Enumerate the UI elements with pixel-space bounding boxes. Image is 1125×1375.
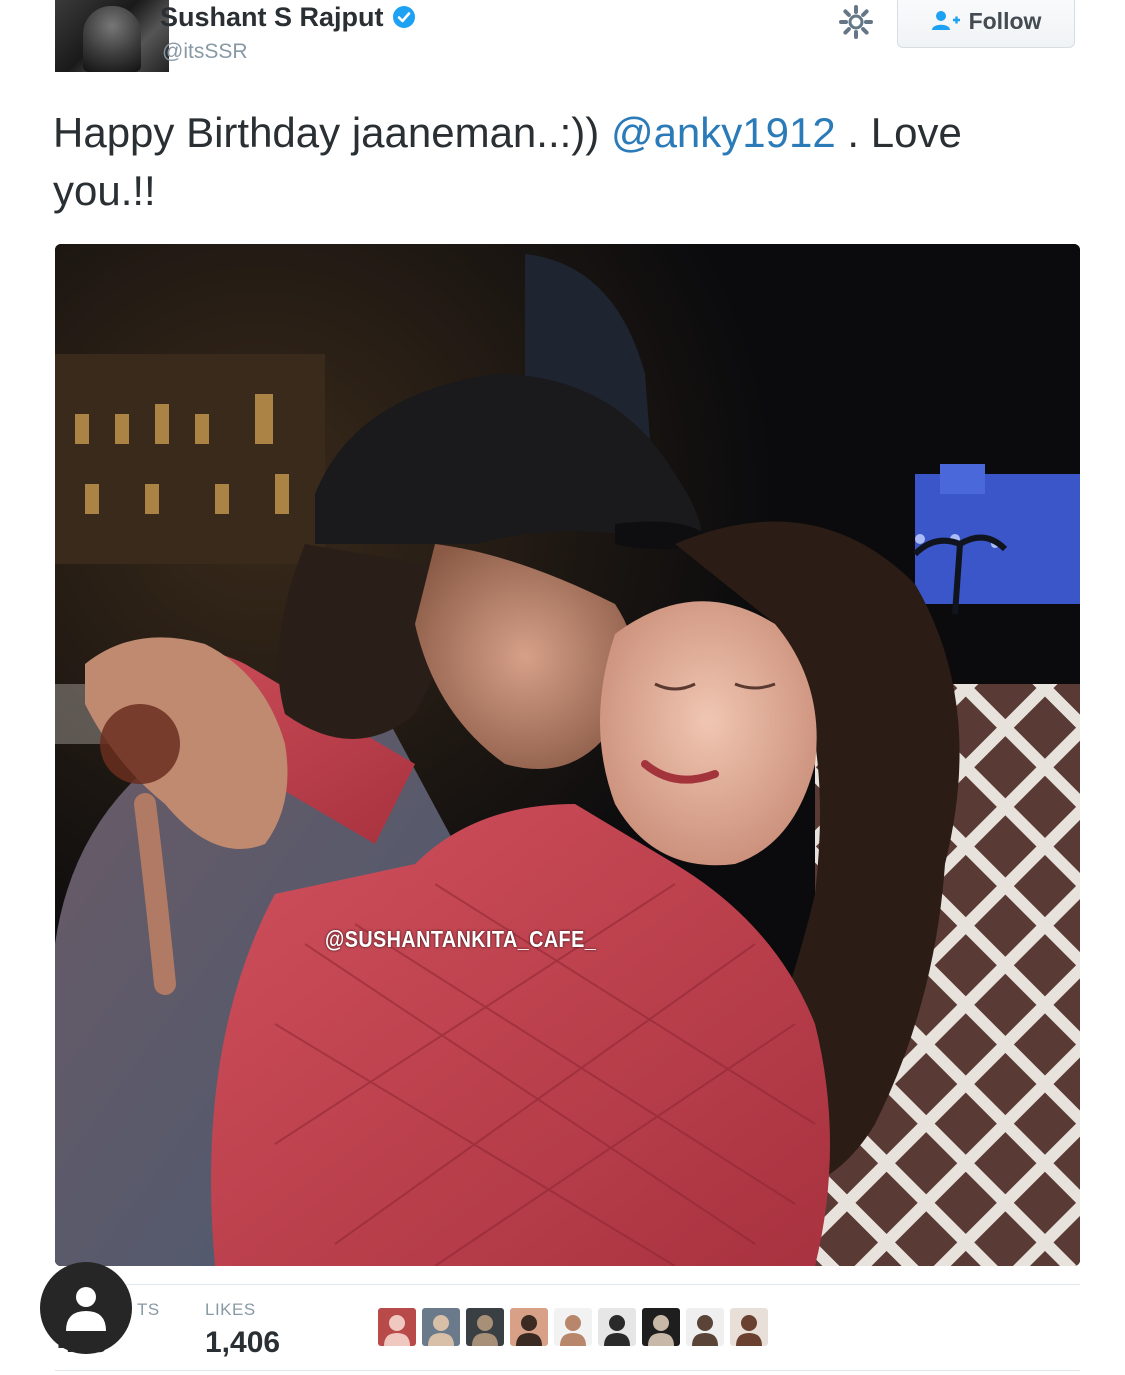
liker-avatar-9[interactable] (730, 1308, 768, 1346)
liker-avatar-1[interactable] (378, 1308, 416, 1346)
add-user-icon (931, 11, 960, 30)
verified-badge-icon (392, 6, 415, 28)
photo-watermark: @SUSHANTANKITA_CAFE_ (325, 926, 597, 952)
stats-divider (55, 1284, 1080, 1285)
display-name[interactable]: Sushant S Rajput (160, 0, 384, 34)
liker-avatar-7[interactable] (642, 1308, 680, 1346)
gear-icon[interactable] (838, 4, 874, 40)
liker-avatar-3[interactable] (466, 1308, 504, 1346)
tweet-photo[interactable]: @SUSHANTANKITA_CAFE_ (55, 244, 1080, 1266)
liker-avatar-5[interactable] (554, 1308, 592, 1346)
follow-button[interactable]: Follow (897, 0, 1075, 48)
likes-label: LIKES (205, 1300, 256, 1319)
likers-avatars (378, 1308, 768, 1346)
likes-count[interactable]: 1,406 (205, 1326, 280, 1360)
photo-illustration (55, 244, 1080, 1266)
person-icon (66, 1287, 106, 1331)
avatar-figure (83, 6, 141, 72)
liker-avatar-8[interactable] (686, 1308, 724, 1346)
tweet-mention-link[interactable]: @anky1912 (611, 109, 836, 156)
profile-avatar[interactable] (55, 0, 169, 72)
tweet-text: Happy Birthday jaaneman..:)) @anky1912 .… (53, 104, 1073, 220)
account-badge[interactable] (40, 1262, 132, 1354)
follow-label: Follow (968, 7, 1042, 34)
tweet-text-start: Happy Birthday jaaneman..:)) (53, 109, 611, 156)
liker-avatar-2[interactable] (422, 1308, 460, 1346)
retweets-label: TS (137, 1300, 160, 1319)
name-row: Sushant S Rajput (160, 0, 416, 34)
bottom-divider (55, 1370, 1080, 1371)
liker-avatar-6[interactable] (598, 1308, 636, 1346)
liker-avatar-4[interactable] (510, 1308, 548, 1346)
user-handle[interactable]: @itsSSR (162, 40, 248, 64)
